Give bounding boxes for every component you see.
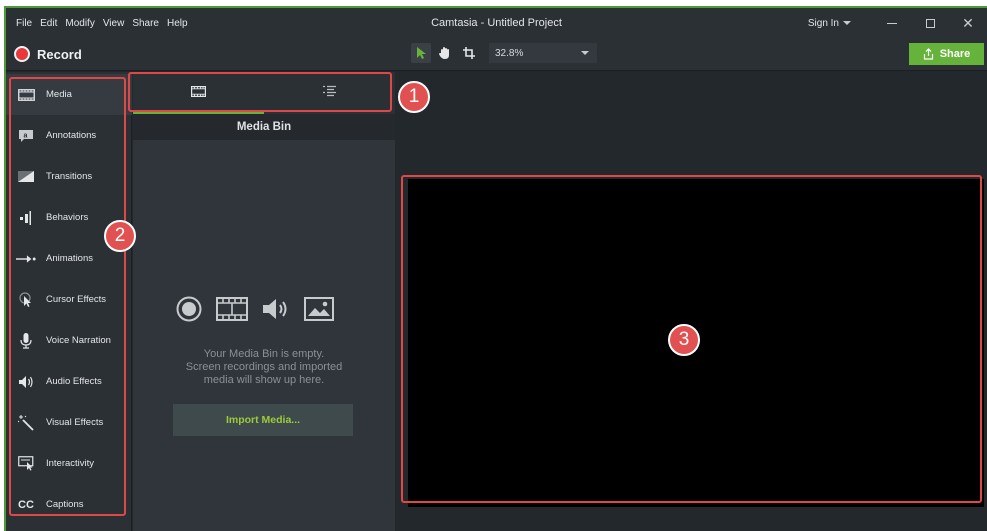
empty-bin-line-2: Screen recordings and imported (185, 361, 343, 373)
menu-view[interactable]: View (103, 18, 125, 29)
toolbar: Record 32.8% Share (6, 38, 987, 71)
pan-tool-button[interactable] (435, 43, 455, 63)
crop-tool-button[interactable] (459, 43, 479, 63)
menu-modify[interactable]: Modify (65, 18, 94, 29)
maximize-icon (925, 18, 935, 28)
share-button[interactable]: Share (909, 43, 984, 65)
menu-help[interactable]: Help (167, 18, 188, 29)
record-label: Record (37, 46, 82, 62)
record-icon (176, 296, 202, 322)
sign-in-button[interactable]: Sign In (808, 18, 851, 29)
audio-icon (263, 299, 287, 319)
maximize-button[interactable] (911, 8, 949, 38)
share-icon (923, 48, 933, 60)
image-icon (304, 297, 334, 321)
chevron-down-icon (843, 21, 851, 25)
minimize-icon (887, 22, 897, 24)
close-button[interactable]: ✕ (949, 8, 987, 38)
menu-share[interactable]: Share (132, 18, 159, 29)
record-icon (14, 46, 30, 62)
annotation-badge-2: 2 (104, 220, 136, 252)
annotation-badge-3: 3 (668, 324, 700, 356)
sign-in-label: Sign In (807, 17, 839, 29)
film-icon (216, 297, 248, 321)
crop-icon (463, 47, 475, 59)
media-bin-panel: Media Bin Your Media Bin is empty. Scree… (133, 72, 395, 531)
menu-bar: File Edit Modify View Share Help Camtasi… (6, 8, 987, 38)
annotation-box-sidebar (9, 77, 126, 516)
window-controls: Sign In ✕ (808, 8, 987, 38)
annotation-box-bin-tabs (128, 72, 392, 112)
pointer-icon (417, 47, 426, 59)
close-icon: ✕ (962, 14, 974, 31)
annotation-badge-1: 1 (398, 81, 430, 113)
import-media-button[interactable]: Import Media... (173, 404, 353, 436)
menu-file[interactable]: File (16, 18, 32, 29)
zoom-value: 32.8% (495, 47, 524, 59)
zoom-dropdown[interactable]: 32.8% (489, 43, 597, 63)
media-bin-placeholder-icons (176, 296, 334, 322)
menu-edit[interactable]: Edit (40, 18, 57, 29)
hand-icon (439, 47, 449, 59)
share-label: Share (939, 48, 971, 60)
minimize-button[interactable] (873, 8, 911, 38)
canvas-tools: 32.8% (411, 43, 597, 63)
empty-bin-line-3: media will show up here. (203, 374, 325, 386)
select-tool-button[interactable] (411, 43, 431, 63)
media-bin-title: Media Bin (133, 114, 395, 140)
chevron-down-icon (581, 51, 589, 55)
record-button[interactable]: Record (14, 46, 82, 62)
empty-bin-line-1: Your Media Bin is empty. (203, 348, 325, 360)
